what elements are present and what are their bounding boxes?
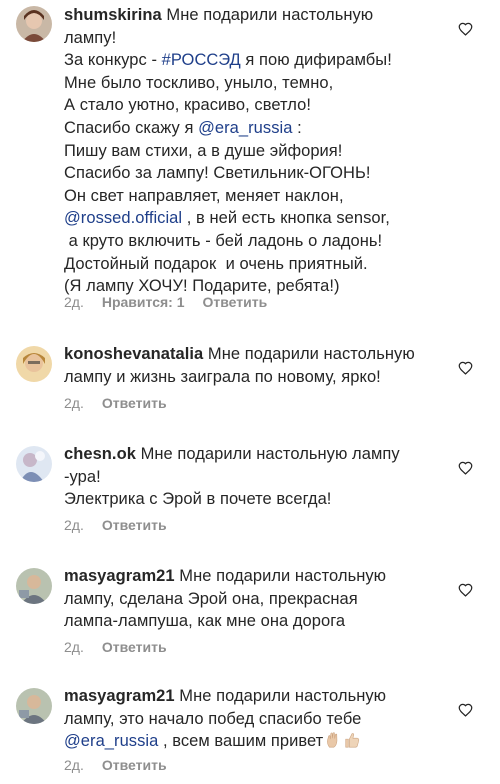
raised-hand-emoji [324,731,342,749]
comment-time: 2д. [64,395,84,411]
comment-text: shumskirina Мне подарили настольную ламп… [64,4,454,298]
avatar[interactable] [16,346,52,382]
comment-username[interactable]: shumskirina [64,6,162,24]
heart-outline-icon[interactable] [458,361,473,375]
comment-meta: 2д. Ответить [64,757,167,773]
reply-button[interactable]: Ответить [102,517,167,533]
mention-link[interactable]: @era_russia [64,732,158,750]
comment-meta: 2д. Ответить [64,517,167,533]
comment-username[interactable]: masyagram21 [64,687,175,705]
heart-outline-icon[interactable] [458,583,473,597]
comment-username[interactable]: masyagram21 [64,567,175,585]
reply-button[interactable]: Ответить [102,757,167,773]
avatar[interactable] [16,6,52,42]
comment-meta: 2д. Ответить [64,395,167,411]
likes-count[interactable]: Нравится: 1 [102,294,185,310]
mention-link[interactable]: @rossed.official [64,209,182,227]
reply-button[interactable]: Ответить [102,395,167,411]
comment-body: , всем вашим привет [158,732,324,751]
comment-username[interactable]: chesn.ok [64,445,136,463]
avatar[interactable] [16,568,52,604]
comment-time: 2д. [64,757,84,773]
heart-outline-icon[interactable] [458,22,473,36]
comment-text: masyagram21 Мне подарили настольную ламп… [64,685,454,753]
comment-time: 2д. [64,294,84,310]
comment-time: 2д. [64,517,84,533]
thumbs-up-emoji [343,731,361,749]
hashtag-link[interactable]: #РОССЭД [162,51,241,69]
avatar[interactable] [16,446,52,482]
comment-time: 2д. [64,639,84,655]
comment-username[interactable]: konoshevanatalia [64,345,203,363]
comment-meta: 2д. Нравится: 1 Ответить [64,294,267,310]
heart-outline-icon[interactable] [458,703,473,717]
avatar[interactable] [16,688,52,724]
heart-outline-icon[interactable] [458,461,473,475]
comment-meta: 2д. Ответить [64,639,167,655]
mention-link[interactable]: @era_russia [198,119,292,137]
comment-text: konoshevanatalia Мне подарили настольную… [64,343,454,388]
reply-button[interactable]: Ответить [102,639,167,655]
comment-text: chesn.ok Мне подарили настольную лампу -… [64,443,454,511]
reply-button[interactable]: Ответить [203,294,268,310]
comment-text: masyagram21 Мне подарили настольную ламп… [64,565,454,633]
